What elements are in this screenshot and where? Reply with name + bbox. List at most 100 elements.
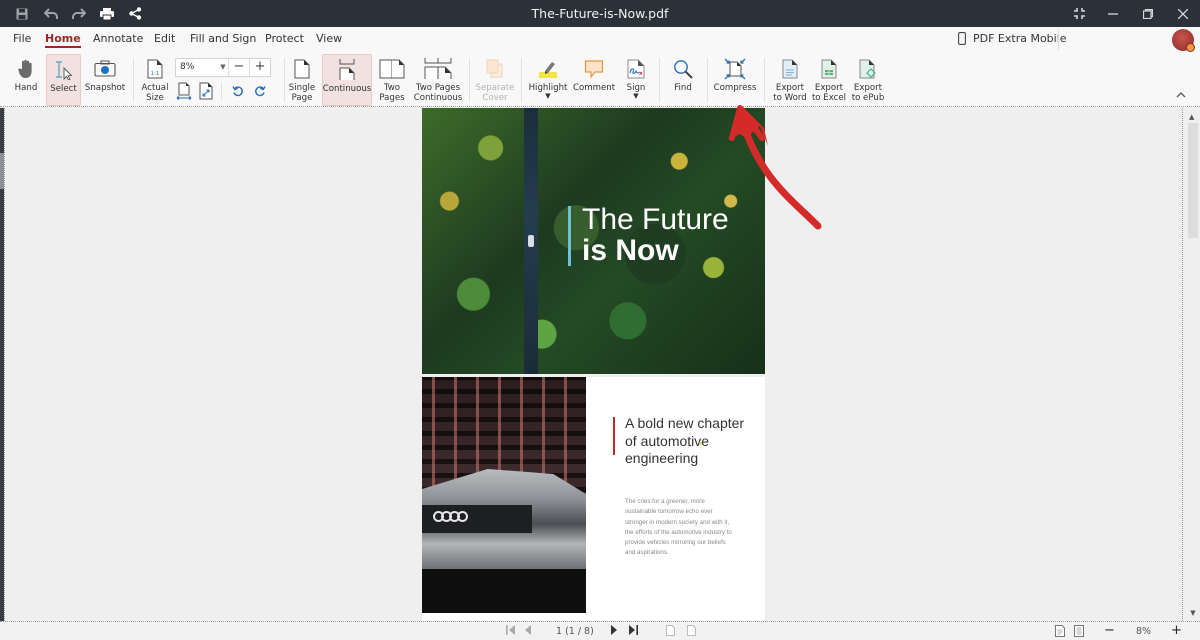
- two-pages-continuous-button[interactable]: Two Pages Continuous: [413, 54, 463, 106]
- rotate-left-icon: [232, 86, 243, 97]
- actual-size-button[interactable]: 1:1 Actual Size: [139, 54, 171, 106]
- fit-page-button[interactable]: [197, 82, 215, 100]
- print-icon[interactable]: [93, 0, 121, 27]
- premium-badge-icon: [1186, 43, 1195, 52]
- menu-annotate[interactable]: Annotate: [93, 32, 143, 45]
- next-view-button[interactable]: [687, 625, 696, 639]
- two-pages-label-2: Pages: [379, 93, 405, 103]
- single-page-icon: [294, 59, 310, 78]
- save-icon[interactable]: [8, 0, 36, 27]
- fit-width-button[interactable]: [175, 82, 193, 100]
- scroll-up-icon[interactable]: ▲: [1189, 113, 1194, 121]
- fit-page-icon: [199, 82, 213, 100]
- find-button[interactable]: Find: [667, 54, 699, 106]
- single-page-view-icon[interactable]: [1055, 625, 1065, 640]
- previous-page-button[interactable]: [524, 625, 531, 638]
- svg-text:1:1: 1:1: [151, 71, 160, 77]
- continuous-label: Continuous: [322, 84, 372, 94]
- car-logo-rings: [433, 511, 468, 522]
- concept-car-image: [422, 377, 586, 613]
- menu-edit[interactable]: Edit: [154, 32, 175, 45]
- single-page-button[interactable]: Single Page: [286, 54, 318, 106]
- snapshot-label: Snapshot: [84, 83, 126, 93]
- sign-dropdown-icon[interactable]: ▼: [633, 93, 638, 100]
- highlight-dropdown-icon[interactable]: ▼: [545, 93, 550, 100]
- statusbar-zoom-in-button[interactable]: +: [1171, 623, 1182, 638]
- export-to-epub-button[interactable]: Export to ePub: [849, 54, 887, 106]
- menu-home[interactable]: Home: [45, 32, 81, 48]
- separate-cover-label-2: Cover: [482, 93, 508, 103]
- two-pages-button[interactable]: Two Pages: [376, 54, 408, 106]
- zoom-out-button[interactable]: −: [228, 59, 249, 76]
- menu-protect[interactable]: Protect: [265, 32, 304, 45]
- pdf-extra-mobile-link[interactable]: PDF Extra Mobile: [958, 32, 1067, 45]
- previous-view-button[interactable]: [666, 625, 675, 639]
- two-pages-label-1: Two: [383, 83, 401, 93]
- rotate-right-icon: [255, 86, 266, 97]
- compress-icon: [724, 58, 746, 79]
- continuous-button[interactable]: Continuous: [322, 54, 372, 106]
- decorative-dot: [699, 442, 702, 445]
- select-tool-button[interactable]: Select: [46, 54, 81, 106]
- hand-icon: [18, 59, 32, 78]
- export-to-excel-button[interactable]: Export to Excel: [810, 54, 848, 106]
- menu-file[interactable]: File: [13, 32, 31, 45]
- zoom-level-input[interactable]: 8%: [176, 59, 218, 76]
- ribbon-divider: [521, 58, 522, 102]
- scroll-down-icon[interactable]: ▼: [1186, 609, 1200, 621]
- page-indicator[interactable]: 1 (1 / 8): [556, 626, 594, 637]
- viewport-border: [4, 108, 5, 621]
- comment-button[interactable]: Comment: [573, 54, 615, 106]
- sign-button[interactable]: Sign ▼: [620, 54, 652, 106]
- two-pages-continuous-label-2: Continuous: [413, 93, 463, 103]
- menu-view[interactable]: View: [316, 32, 342, 45]
- export-to-word-button[interactable]: Export to Word: [771, 54, 809, 106]
- undo-icon[interactable]: [37, 0, 65, 27]
- heading-accent-bar: [613, 417, 615, 455]
- collapse-ribbon-icon[interactable]: [1176, 88, 1186, 101]
- signature-icon: [627, 59, 645, 78]
- continuous-view-icon[interactable]: [1074, 625, 1084, 640]
- two-pages-continuous-icon: [424, 57, 452, 79]
- user-avatar[interactable]: [1172, 29, 1195, 52]
- scrollbar-thumb[interactable]: [1188, 123, 1198, 238]
- rotate-left-button[interactable]: [229, 82, 247, 100]
- rotate-right-button[interactable]: [251, 82, 269, 100]
- page-2-heading: A bold new chapter of automotive enginee…: [625, 415, 745, 467]
- hand-tool-button[interactable]: Hand: [10, 54, 42, 106]
- highlight-button[interactable]: Highlight ▼: [527, 54, 569, 106]
- zoom-dropdown-icon[interactable]: ▼: [218, 59, 228, 76]
- menu-divider: [1058, 30, 1059, 50]
- car-floor: [422, 569, 586, 613]
- last-page-button[interactable]: [629, 625, 638, 638]
- first-page-button[interactable]: [506, 625, 515, 638]
- comment-label: Comment: [572, 83, 616, 93]
- fullscreen-icon[interactable]: [1062, 0, 1096, 27]
- close-icon[interactable]: [1166, 0, 1200, 27]
- restore-icon[interactable]: [1131, 0, 1165, 27]
- pdf-extra-mobile-label: PDF Extra Mobile: [973, 32, 1067, 45]
- zoom-control: 8% ▼ − +: [175, 58, 271, 77]
- snapshot-tool-button[interactable]: Snapshot: [84, 54, 126, 106]
- single-page-label-1: Single: [288, 83, 316, 93]
- statusbar-zoom-level: 8%: [1136, 626, 1152, 637]
- camera-icon: [94, 60, 116, 77]
- statusbar-zoom-out-button[interactable]: −: [1104, 623, 1115, 638]
- vertical-scrollbar[interactable]: ▲: [1186, 108, 1200, 621]
- magnifier-icon: [674, 59, 693, 79]
- cover-title-line-2: is Now: [582, 234, 679, 267]
- next-page-button[interactable]: [611, 625, 618, 638]
- minimize-icon[interactable]: [1096, 0, 1130, 27]
- share-icon[interactable]: [121, 0, 149, 27]
- window-title: The-Future-is-Now.pdf: [531, 6, 669, 21]
- menu-fill-and-sign[interactable]: Fill and Sign: [190, 32, 256, 45]
- compress-button[interactable]: Compress: [712, 54, 758, 106]
- car-on-road-image: [528, 235, 534, 247]
- zoom-in-button[interactable]: +: [249, 59, 270, 76]
- compress-label: Compress: [713, 83, 757, 93]
- ribbon-divider: [221, 82, 222, 100]
- redo-icon[interactable]: [65, 0, 93, 27]
- export-epub-icon: [859, 59, 876, 78]
- find-label: Find: [674, 83, 692, 93]
- separate-cover-button[interactable]: Separate Cover: [474, 54, 516, 106]
